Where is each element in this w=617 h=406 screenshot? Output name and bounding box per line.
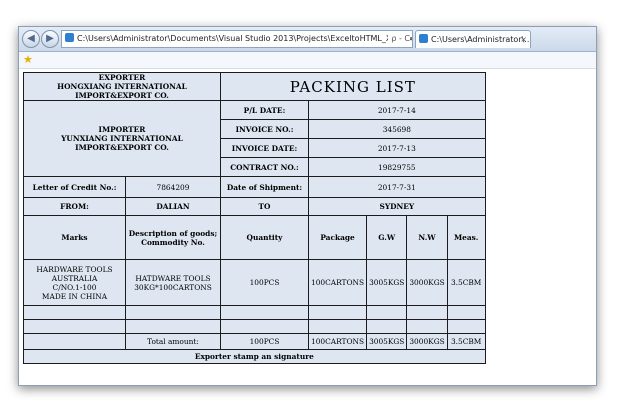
header-description-line1: Description of goods; [128, 228, 218, 238]
invoice-no-label: INVOICE NO.: [220, 119, 309, 139]
total-gw: 3005KGS [366, 333, 408, 350]
address-text: C:\Users\Administrator\Documents\Visual … [77, 34, 413, 43]
exporter-name: HONGXIANG INTERNATIONAL IMPORT&EXPORT CO… [57, 82, 187, 100]
exporter-label: EXPORTER [98, 73, 146, 83]
exporter-signature: Exporter stamp an signature [23, 349, 486, 364]
forward-button[interactable]: ▶ [41, 30, 59, 48]
to-label: TO [220, 197, 309, 216]
empty-row [23, 319, 486, 334]
browser-tab[interactable]: C:\Users\Administrator\... × [415, 30, 531, 48]
header-marks: Marks [23, 215, 126, 260]
total-empty-cell [23, 333, 126, 350]
header-description: Description of goods; Commodity No. [125, 215, 221, 260]
item-marks-line3: C/NO.1-100 [52, 282, 97, 292]
from-value: DALIAN [125, 197, 221, 216]
header-package: Package [307, 215, 368, 260]
back-button[interactable]: ◀ [22, 30, 40, 48]
item-description-line2: 30KG*100CARTONS [134, 282, 212, 292]
lc-value: 7864209 [125, 176, 221, 198]
item-marks-line2: AUSTRALIA [51, 273, 98, 283]
total-nw: 3000KGS [406, 333, 448, 350]
pl-date-value: 2017-7-14 [308, 100, 486, 120]
forward-arrow-icon: ▶ [46, 33, 54, 44]
browser-window: ◀ ▶ C:\Users\Administrator\Documents\Vis… [18, 26, 597, 386]
item-package: 100CARTONS [307, 259, 368, 306]
favorites-star-icon[interactable]: ★ [23, 53, 33, 67]
page-favicon-icon [65, 33, 74, 42]
page-content: EXPORTER HONGXIANG INTERNATIONAL IMPORT&… [19, 69, 596, 385]
importer-name: YUNXIANG INTERNATIONAL IMPORT&EXPORT CO. [61, 134, 183, 152]
header-description-line2: Commodity No. [141, 237, 205, 247]
total-quantity: 100PCS [220, 333, 309, 350]
total-package: 100CARTONS [307, 333, 368, 350]
packing-list-title: PACKING LIST [220, 72, 486, 101]
item-quantity: 100PCS [220, 259, 309, 306]
header-quantity: Quantity [220, 215, 309, 260]
address-bar[interactable]: C:\Users\Administrator\Documents\Visual … [61, 30, 413, 48]
tab-close-icon[interactable]: × [520, 31, 527, 48]
invoice-date-value: 2017-7-13 [308, 138, 486, 158]
shipment-value: 2017-7-31 [308, 176, 486, 198]
invoice-no-value: 345698 [308, 119, 486, 139]
importer-cell: IMPORTER YUNXIANG INTERNATIONAL IMPORT&E… [23, 100, 221, 177]
exporter-cell: EXPORTER HONGXIANG INTERNATIONAL IMPORT&… [23, 72, 221, 101]
empty-row [23, 305, 486, 320]
header-nw: N.W [406, 215, 448, 260]
browser-toolbar: ◀ ▶ C:\Users\Administrator\Documents\Vis… [19, 27, 596, 52]
item-meas: 3.5CBM [446, 259, 486, 306]
tab-favicon-icon [419, 34, 428, 43]
tab-title: C:\Users\Administrator\... [431, 35, 531, 44]
total-label: Total amount: [125, 333, 221, 350]
header-gw: G.W [366, 215, 408, 260]
item-marks-line4: MADE IN CHINA [41, 291, 108, 301]
favorites-bar: ★ [19, 52, 596, 69]
pl-date-label: P/L DATE: [220, 100, 309, 120]
shipment-label: Date of Shipment: [220, 176, 309, 198]
from-label: FROM: [23, 197, 126, 216]
invoice-date-label: INVOICE DATE: [220, 138, 309, 158]
back-arrow-icon: ◀ [27, 33, 35, 44]
item-gw: 3005KGS [366, 259, 408, 306]
contract-no-label: CONTRACT NO.: [220, 157, 309, 177]
header-meas: Meas. [446, 215, 486, 260]
item-marks-line1: HARDWARE TOOLS [36, 264, 113, 274]
packing-list-table: EXPORTER HONGXIANG INTERNATIONAL IMPORT&… [23, 72, 486, 364]
total-meas: 3.5CBM [446, 333, 486, 350]
address-search-refresh-icons[interactable]: ρ - C [388, 31, 410, 47]
to-value: SYDNEY [308, 197, 486, 216]
lc-label: Letter of Credit No.: [23, 176, 126, 198]
item-description-line1: HATDWARE TOOLS [135, 273, 211, 283]
importer-label: IMPORTER [98, 125, 146, 134]
contract-no-value: 19829755 [308, 157, 486, 177]
item-description: HATDWARE TOOLS 30KG*100CARTONS [125, 259, 221, 306]
item-nw: 3000KGS [406, 259, 448, 306]
item-marks: HARDWARE TOOLS AUSTRALIA C/NO.1-100 MADE… [23, 259, 126, 306]
